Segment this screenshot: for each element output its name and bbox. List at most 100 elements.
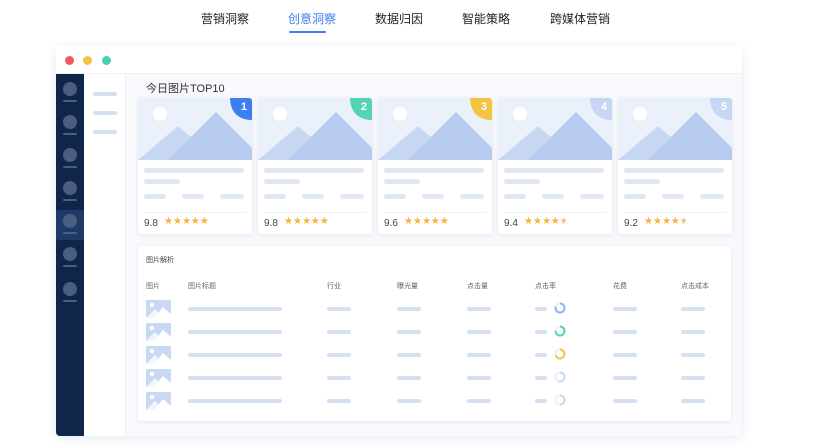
tab-cross-media-marketing[interactable]: 跨媒体营销 (550, 10, 610, 27)
minimize-dot[interactable] (83, 56, 92, 65)
sidebar-item[interactable] (56, 144, 84, 174)
sidebar-item-active[interactable] (56, 210, 84, 240)
card-divider (264, 212, 366, 213)
close-dot[interactable] (65, 56, 74, 65)
cell-placeholder (467, 353, 491, 357)
table-row[interactable] (138, 369, 731, 392)
star-icon: ★ (412, 216, 422, 227)
image-card[interactable]: 3 9.6 ★★★★★ (378, 98, 492, 234)
sub-nav (84, 74, 126, 436)
star-icon: ★ (319, 216, 329, 227)
sidebar-item[interactable] (56, 111, 84, 141)
star-icon: ★ (644, 216, 653, 227)
text-placeholder (182, 194, 204, 199)
table-row[interactable] (138, 392, 731, 415)
sub-nav-item[interactable] (93, 111, 117, 115)
image-card[interactable]: 5 9.2 ★★★★★ (618, 98, 732, 234)
app-window: 今日图片TOP10 1 9.8 ★★★★★ 2 9.8 ★★★★★ 3 9.6 ★★★★★ 4 9.… (56, 46, 742, 436)
cell-placeholder (327, 353, 351, 357)
tab-smart-strategy[interactable]: 智能策略 (462, 10, 510, 27)
sub-nav-item[interactable] (93, 130, 117, 134)
rank-number: 4 (600, 101, 607, 113)
ctr-progress-ring (554, 302, 566, 314)
text-placeholder (264, 179, 300, 184)
tab-data-attribution[interactable]: 数据归因 (375, 10, 423, 27)
cell-placeholder (397, 399, 421, 403)
star-rating: ★★★★★ (164, 216, 209, 227)
star-icon: ★ (284, 216, 293, 227)
card-score: 9.2 (624, 218, 638, 229)
nav-icon (63, 181, 77, 195)
cell-placeholder (327, 307, 351, 311)
sidebar-item[interactable] (56, 177, 84, 207)
rank-number: 1 (240, 101, 247, 113)
nav-icon (63, 115, 77, 129)
table-row[interactable] (138, 323, 731, 346)
cell-placeholder (681, 376, 705, 380)
maximize-dot[interactable] (102, 56, 111, 65)
table-row[interactable] (138, 346, 731, 369)
text-placeholder (144, 194, 166, 199)
nav-label-placeholder (63, 232, 77, 234)
cell-placeholder (467, 376, 491, 380)
nav-label-placeholder (63, 265, 77, 267)
table-row[interactable] (138, 300, 731, 323)
card-score: 9.6 (384, 218, 398, 229)
text-placeholder (504, 168, 604, 173)
text-placeholder (662, 194, 684, 199)
cell-placeholder (188, 376, 282, 380)
sub-nav-item[interactable] (93, 92, 117, 96)
text-placeholder (384, 194, 406, 199)
card-divider (144, 212, 246, 213)
card-divider (504, 212, 606, 213)
cell-placeholder (188, 399, 282, 403)
star-icon: ★ (199, 216, 209, 227)
nav-label-placeholder (63, 300, 77, 302)
text-placeholder (624, 168, 724, 173)
column-header-industry: 行业 (327, 283, 341, 290)
text-placeholder (144, 179, 180, 184)
star-rating: ★★★★★ (644, 216, 689, 227)
cell-placeholder (397, 307, 421, 311)
cell-placeholder (188, 353, 282, 357)
cell-placeholder (613, 330, 637, 334)
column-header-title: 图片标题 (188, 283, 216, 290)
text-placeholder (384, 168, 484, 173)
image-thumbnail-icon (146, 369, 171, 387)
nav-label-placeholder (63, 166, 77, 168)
cell-placeholder (681, 307, 705, 311)
card-score: 9.4 (504, 218, 518, 229)
image-card[interactable]: 2 9.8 ★★★★★ (258, 98, 372, 234)
card-divider (384, 212, 486, 213)
sidebar-item[interactable] (56, 243, 84, 273)
cell-placeholder (535, 399, 547, 403)
sidebar (56, 74, 84, 436)
nav-icon (63, 214, 77, 228)
text-placeholder (264, 168, 364, 173)
cell-placeholder (681, 330, 705, 334)
star-rating: ★★★★★ (404, 216, 449, 227)
image-thumbnail-icon (146, 392, 171, 410)
image-placeholder-icon: 3 (378, 98, 492, 160)
star-icon: ★ (661, 216, 671, 227)
rank-number: 2 (360, 101, 367, 113)
column-header-cpc: 点击成本 (681, 283, 709, 290)
cell-placeholder (613, 307, 637, 311)
tab-creative-insight[interactable]: 创意洞察 (288, 10, 336, 27)
sidebar-item[interactable] (56, 78, 84, 108)
text-placeholder (460, 194, 484, 199)
star-icon: ★ (404, 216, 413, 227)
star-icon: ★ (430, 216, 440, 227)
tab-marketing-insight[interactable]: 营销洞察 (201, 10, 249, 27)
star-icon: ★ (310, 216, 320, 227)
rank-number: 3 (480, 101, 487, 113)
sidebar-item[interactable] (56, 278, 84, 308)
star-icon: ★ (541, 216, 551, 227)
column-header-clicks: 点击量 (467, 283, 488, 290)
image-card[interactable]: 4 9.4 ★★★★★ (498, 98, 612, 234)
cell-placeholder (613, 353, 637, 357)
column-header-ctr: 点击率 (535, 283, 556, 290)
image-card[interactable]: 1 9.8 ★★★★★ (138, 98, 252, 234)
nav-label-placeholder (63, 100, 77, 102)
cell-placeholder (188, 330, 282, 334)
